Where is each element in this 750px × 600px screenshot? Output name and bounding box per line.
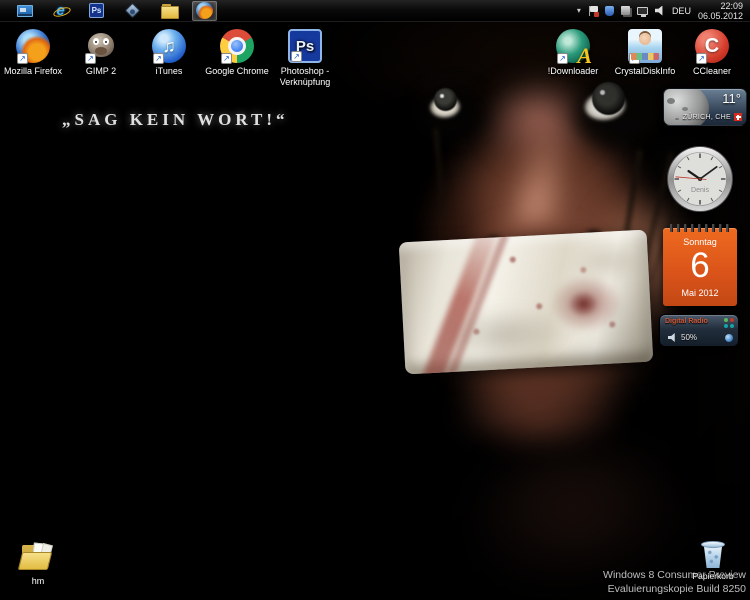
recycle-bin-icon: [699, 538, 727, 570]
radio-gadget-title: Digital Radio: [665, 318, 708, 325]
music-note-icon: ♫: [162, 37, 176, 55]
shortcut-arrow-icon: ↗: [696, 53, 707, 64]
taskbar-item-file-explorer[interactable]: [156, 1, 181, 21]
wallpaper-caption: „SAG KEIN WORT!“: [62, 110, 289, 130]
taskbar-apps: e Ps: [0, 1, 217, 21]
shortcut-arrow-icon: ↗: [153, 53, 164, 64]
shortcut-arrow-icon: ↗: [221, 53, 232, 64]
red-dot-button[interactable]: [730, 318, 734, 322]
watermark-line2: Evaluierungskopie Build 8250: [603, 582, 746, 596]
firefox-icon: ↗: [16, 29, 50, 63]
desktop-icon-label: Photoshop - Verknüpfung: [267, 66, 343, 88]
desktop-icon-crystaldiskinfo[interactable]: ↗ CrystalDiskInfo: [607, 29, 683, 77]
desktop-icon-label: Mozilla Firefox: [0, 66, 71, 77]
photoshop-icon: Ps: [89, 3, 104, 18]
volume-icon[interactable]: [655, 6, 665, 16]
tray-overflow-chevron-icon[interactable]: ▾: [577, 7, 581, 15]
device-icon[interactable]: [621, 6, 630, 15]
clock-gadget[interactable]: Denis: [666, 145, 734, 213]
desktop-icon-hm-folder[interactable]: hm: [8, 542, 68, 586]
itunes-icon: ♫ ↗: [152, 29, 186, 63]
weather-location: ZÜRICH, CHE: [683, 114, 731, 121]
desktop-icon-downloader[interactable]: A ↗ !Downloader: [535, 29, 611, 77]
teal-dot-button[interactable]: [724, 324, 728, 328]
taskbar-item-daemon-tools[interactable]: [120, 1, 145, 21]
shortcut-arrow-icon: ↗: [17, 53, 28, 64]
weather-gadget[interactable]: 11° ZÜRICH, CHE: [663, 88, 747, 126]
photoshop-icon: Ps ↗: [288, 29, 322, 63]
start-button[interactable]: [12, 1, 37, 21]
taskbar-item-photoshop[interactable]: Ps: [84, 1, 109, 21]
shortcut-arrow-icon: ↗: [85, 53, 96, 64]
windows-start-icon: [17, 5, 33, 17]
calendar-spiral-icon: [668, 224, 732, 232]
network-icon[interactable]: [637, 7, 648, 15]
shortcut-arrow-icon: ↗: [291, 51, 302, 62]
speaker-icon[interactable]: [668, 333, 677, 342]
calendar-month-year: Mai 2012: [663, 288, 737, 298]
calendar-day: 6: [663, 248, 737, 284]
desktop-screen: „SAG KEIN WORT!“ e Ps ▾ DEU 22:09 06.05.…: [0, 0, 750, 600]
wallpaper: [0, 0, 750, 600]
diamond-app-icon: [125, 3, 141, 19]
desktop-icon-label: Papierkorb: [684, 571, 742, 581]
desktop-icon-photoshop[interactable]: Ps ↗ Photoshop - Verknüpfung: [267, 29, 343, 88]
desktop-icon-mozilla-firefox[interactable]: ↗ Mozilla Firefox: [0, 29, 71, 77]
wallpaper-face: [390, 50, 700, 490]
shortcut-arrow-icon: ↗: [629, 53, 640, 64]
shortcut-arrow-icon: ↗: [557, 53, 568, 64]
action-center-flag-icon[interactable]: [588, 5, 598, 17]
desktop-icon-ccleaner[interactable]: C ↗ CCleaner: [674, 29, 750, 77]
desktop-icon-recycle-bin[interactable]: Papierkorb: [684, 538, 742, 581]
ie-icon: e: [56, 3, 64, 18]
open-folder-icon: [19, 542, 57, 574]
desktop-icon-itunes[interactable]: ♫ ↗ iTunes: [131, 29, 207, 77]
desktop-icon-label: hm: [8, 576, 68, 586]
downloader-globe-icon: A ↗: [556, 29, 590, 63]
crystaldiskinfo-icon: ↗: [628, 29, 662, 63]
firefox-icon: [196, 2, 213, 19]
desktop-icon-gimp[interactable]: ↗ GIMP 2: [63, 29, 139, 77]
chrome-icon: ↗: [220, 29, 254, 63]
desktop-icon-label: Google Chrome: [199, 66, 275, 77]
desktop-icon-label: CCleaner: [674, 66, 750, 77]
desktop-icon-label: GIMP 2: [63, 66, 139, 77]
tray-clock[interactable]: 22:09 06.05.2012: [698, 1, 745, 21]
taskbar-item-internet-explorer[interactable]: e: [48, 1, 73, 21]
tray-date: 06.05.2012: [698, 11, 743, 21]
desktop-icon-label: CrystalDiskInfo: [607, 66, 683, 77]
mascara-streak: [607, 149, 643, 338]
taskbar-item-firefox[interactable]: [192, 1, 217, 21]
calendar-gadget[interactable]: Sonntag 6 Mai 2012: [663, 224, 737, 306]
volume-percent: 50%: [681, 333, 697, 342]
clock-label: Denis: [666, 187, 734, 194]
radio-volume-gadget[interactable]: Digital Radio 50%: [659, 314, 739, 347]
taskbar: e Ps ▾ DEU 22:09 06.05.2012: [0, 0, 750, 22]
language-indicator[interactable]: DEU: [672, 6, 691, 16]
swiss-flag-icon: [734, 113, 742, 121]
system-tray: ▾ DEU 22:09 06.05.2012: [577, 1, 750, 21]
left-eye: [423, 91, 467, 124]
desktop-icon-google-chrome[interactable]: ↗ Google Chrome: [199, 29, 275, 77]
green-dot-button[interactable]: [724, 318, 728, 322]
desktop-icon-label: !Downloader: [535, 66, 611, 77]
analog-clock-icon: [666, 145, 734, 213]
right-eye: [574, 83, 636, 129]
folder-icon: [161, 4, 177, 17]
radio-gadget-buttons[interactable]: [724, 318, 734, 328]
desktop-icon-label: iTunes: [131, 66, 207, 77]
gimp-icon: ↗: [84, 29, 118, 63]
defender-icon[interactable]: [605, 6, 614, 16]
weather-temperature: 11°: [722, 91, 741, 106]
tray-time: 22:09: [698, 1, 743, 11]
globe-icon[interactable]: [725, 334, 733, 342]
ccleaner-icon: C ↗: [695, 29, 729, 63]
teal-dot-button[interactable]: [730, 324, 734, 328]
tape-over-mouth: [399, 230, 654, 375]
